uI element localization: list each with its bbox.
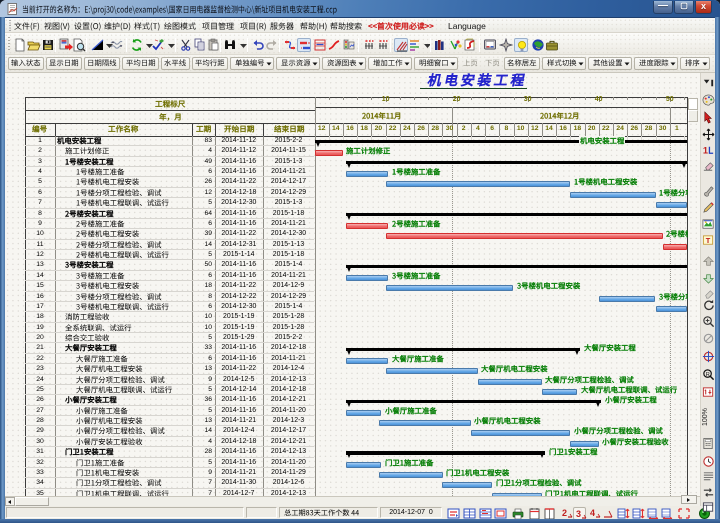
svg-text:R: R [705, 372, 709, 378]
svg-text:1: 1 [702, 145, 707, 155]
svg-text:2: 2 [562, 508, 567, 518]
svg-text:4: 4 [590, 508, 595, 518]
svg-text:T: T [705, 236, 710, 245]
svg-text:3: 3 [576, 509, 581, 519]
